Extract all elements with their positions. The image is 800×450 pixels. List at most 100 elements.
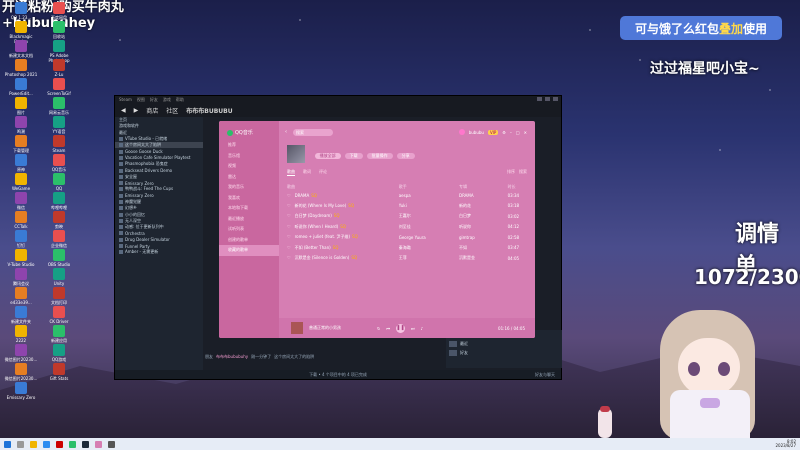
col-time[interactable]: 时长 [508, 183, 527, 190]
search-in-list-button[interactable]: 搜索 [519, 169, 527, 176]
song-artist[interactable]: Yuki [399, 203, 459, 208]
sidebar-item[interactable]: 最近播放 [219, 214, 279, 225]
activity-game[interactable]: 这个房间太大了的陷阱 [274, 354, 314, 360]
tab-comments[interactable]: 评论 [319, 169, 327, 176]
sidebar-item[interactable]: 收藏的歌单 [219, 245, 279, 256]
maximize-icon[interactable] [545, 97, 550, 101]
play-all-button[interactable]: 播放全部 [314, 153, 341, 159]
close-icon[interactable]: ✕ [524, 130, 527, 135]
song-artist[interactable]: 王嘉尔 [399, 213, 459, 219]
pause-button[interactable]: ❚❚ [395, 323, 405, 333]
prev-icon[interactable]: ⏮ [386, 326, 390, 331]
sidebar-item[interactable]: 雷达 [219, 172, 279, 183]
minimize-icon[interactable] [537, 97, 542, 101]
close-icon[interactable] [553, 97, 558, 101]
windows-start-icon[interactable] [4, 440, 11, 448]
sidebar-item[interactable]: 本地和下载 [219, 203, 279, 214]
vip-badge[interactable]: VIP [487, 129, 499, 135]
search-input[interactable]: 搜索 [293, 128, 333, 136]
obs-icon[interactable] [108, 440, 115, 448]
maximize-icon[interactable]: □ [516, 130, 520, 135]
sort-button[interactable]: 排序 [507, 169, 515, 176]
sidebar-item[interactable]: 音乐馆 [219, 151, 279, 162]
forward-arrow-icon[interactable]: ▶ [134, 107, 139, 114]
tab-songs[interactable]: 歌曲 [287, 169, 295, 176]
nav-community[interactable]: 社区 [166, 106, 178, 115]
desktop-icon[interactable]: Gift Stats [40, 361, 78, 391]
steam-menu-view[interactable]: 视图 [137, 97, 145, 103]
back-arrow-icon[interactable]: ◀ [121, 107, 126, 114]
sidebar-item[interactable]: 视频 [219, 161, 279, 172]
table-row[interactable]: ♡ 沉默是金 (Silence is Golden) SQ 王菲 沉默是金 04:05 [287, 253, 527, 264]
sidebar-item[interactable]: 推荐 [219, 140, 279, 151]
table-row[interactable]: ♡ romeo + juliet (feat. 尹子维) SQ George Yuur… [287, 232, 527, 243]
loop-icon[interactable]: ↻ [377, 326, 380, 331]
next-icon[interactable]: ⏭ [411, 326, 415, 331]
activity-user[interactable]: 布布布bububuhy [216, 354, 248, 360]
steam-menu-friends[interactable]: 好友 [150, 97, 158, 103]
desktop-icon[interactable]: Emissary Zero [2, 380, 40, 410]
download-status[interactable]: 下载 • 4 个项目中的 4 项已完成 [309, 372, 367, 378]
avatar[interactable] [458, 129, 465, 135]
song-artist[interactable]: George Yuura [399, 235, 459, 240]
batch-button[interactable]: 批量操作 [366, 153, 393, 159]
table-row[interactable]: ♡ 不如 (Better Than) SQ 秦海璐 不如 03:47 [287, 243, 527, 254]
heart-icon[interactable]: ♡ [287, 193, 291, 198]
volume-icon[interactable]: ♪ [421, 326, 424, 331]
steam-menu-games[interactable]: 游戏 [163, 97, 171, 103]
browser-icon[interactable] [43, 440, 50, 448]
tab-lyrics[interactable]: 歌词 [303, 169, 311, 176]
sidebar-item[interactable]: 创建的歌单 [219, 235, 279, 246]
app-icon[interactable] [56, 440, 63, 448]
download-button[interactable]: 下载 [344, 153, 363, 159]
sidebar-item[interactable]: 试听列表 [219, 224, 279, 235]
table-row[interactable]: ♡ 新的花 (Where Is My Love) SQ Yuki 新的花 03:18 [287, 201, 527, 212]
song-album[interactable]: gimtrap [459, 235, 508, 240]
steam-menu-steam[interactable]: Steam [119, 97, 132, 102]
song-artist[interactable]: 刘至佳 [399, 224, 459, 230]
heart-icon[interactable]: ♡ [287, 234, 291, 239]
song-artist[interactable]: 秦海璐 [399, 245, 459, 251]
wechat-icon[interactable] [69, 440, 76, 448]
heart-icon[interactable]: ♡ [287, 255, 291, 260]
table-row[interactable]: ♡ 白日梦 (Daydream) SQ 王嘉尔 白日梦 03:02 [287, 211, 527, 222]
song-album[interactable]: 不如 [459, 245, 508, 251]
nav-username[interactable]: 布布布BUBUBU [186, 106, 232, 115]
minimize-icon[interactable]: – [510, 130, 512, 135]
qqmusic-icon[interactable] [95, 440, 102, 448]
song-album[interactable]: 新的花 [459, 203, 508, 209]
heart-icon[interactable]: ♡ [287, 245, 291, 250]
right-panel-row[interactable]: 好友 [446, 348, 562, 357]
table-row[interactable]: ♡ DRAMA SQ aespa DRAMA 03:34 [287, 190, 527, 201]
friends-chat-button[interactable]: 好友与聊天 [535, 372, 555, 378]
song-artist[interactable]: 王菲 [399, 255, 459, 261]
right-panel-row[interactable]: 最近 [446, 339, 562, 348]
share-button[interactable]: 分享 [396, 153, 415, 159]
heart-icon[interactable]: ♡ [287, 224, 291, 229]
steam-icon[interactable] [82, 440, 89, 448]
sidebar-item[interactable]: 我喜欢 [219, 193, 279, 204]
now-playing-title[interactable]: 普通正常的小男孩 [309, 325, 341, 331]
search-icon[interactable] [17, 440, 24, 448]
username[interactable]: bububu [469, 130, 484, 135]
song-album[interactable]: 听说你 [459, 224, 508, 230]
col-title[interactable]: 歌曲 [287, 183, 399, 190]
nav-store[interactable]: 商店 [146, 106, 158, 115]
back-icon[interactable]: ‹ [285, 129, 287, 135]
song-album[interactable]: 白日梦 [459, 213, 508, 219]
sidebar-item[interactable]: 我的音乐 [219, 182, 279, 193]
col-album[interactable]: 专辑 [459, 183, 508, 190]
now-playing-cover[interactable] [291, 322, 303, 334]
song-album[interactable]: 沉默是金 [459, 255, 508, 261]
song-album[interactable]: DRAMA [459, 193, 508, 198]
steam-menu-help[interactable]: 帮助 [176, 97, 184, 103]
game-list-item[interactable]: Amber - 无需更新 [115, 249, 203, 255]
settings-icon[interactable]: ⚙ [502, 130, 506, 135]
table-row[interactable]: ♡ 听说你 (When I Heard) SQ 刘至佳 听说你 04:12 [287, 222, 527, 233]
clock[interactable]: 8:02 2023/8/27 [775, 440, 796, 448]
song-artist[interactable]: aespa [399, 193, 459, 198]
col-artist[interactable]: 歌手 [399, 183, 459, 190]
heart-icon[interactable]: ♡ [287, 203, 291, 208]
folder-icon[interactable] [30, 440, 37, 448]
heart-icon[interactable]: ♡ [287, 213, 291, 218]
